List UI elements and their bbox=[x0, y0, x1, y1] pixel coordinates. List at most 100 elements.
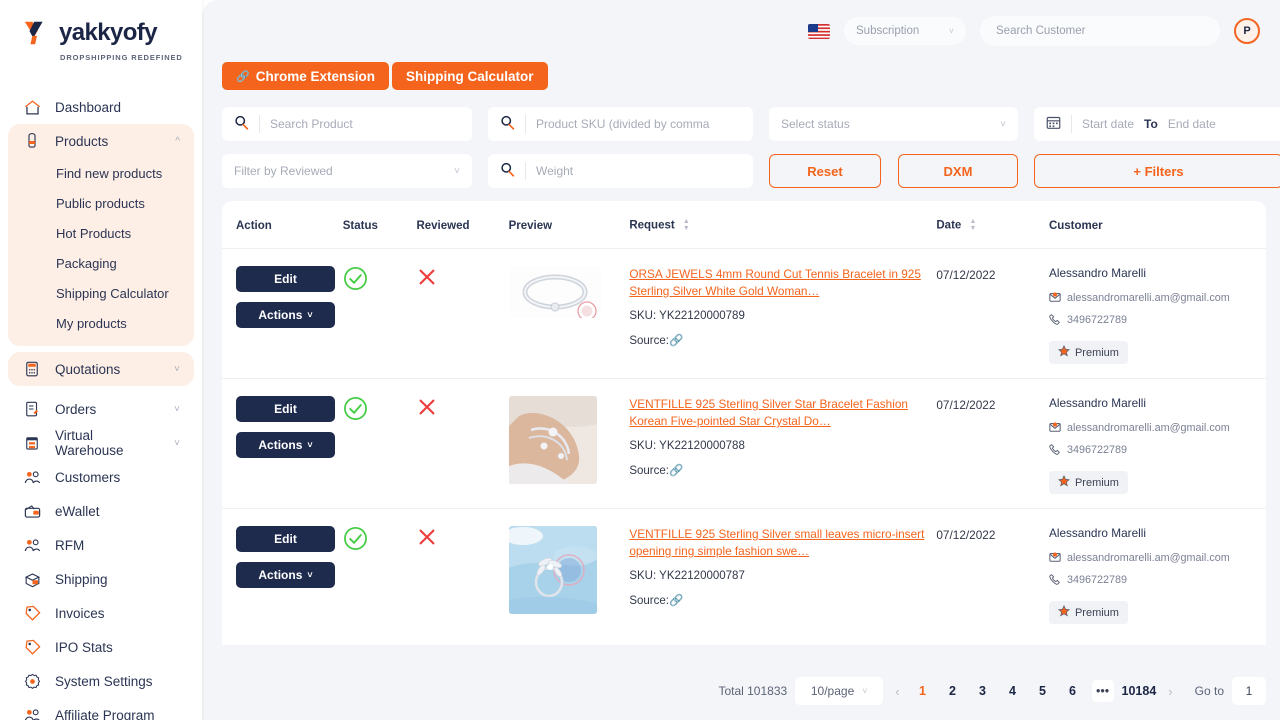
page-button-4[interactable]: 4 bbox=[1002, 684, 1024, 698]
filter-by-reviewed-dropdown[interactable]: Filter by Reviewed ˅ bbox=[222, 154, 472, 188]
sidebar-subitem-shipping-calculator[interactable]: Shipping Calculator bbox=[8, 278, 194, 308]
next-page-button[interactable]: › bbox=[1164, 684, 1176, 699]
sidebar-nav: Dashboard Products ^ Find new products bbox=[0, 90, 202, 720]
column-header-date[interactable]: Date ▲▼ bbox=[936, 201, 1049, 249]
sidebar-item-label: Affiliate Program bbox=[55, 708, 180, 720]
sidebar-item-invoices[interactable]: Invoices bbox=[8, 596, 194, 630]
dxm-button[interactable]: DXM bbox=[898, 154, 1018, 188]
column-header-request[interactable]: Request ▲▼ bbox=[629, 201, 936, 249]
product-thumbnail[interactable] bbox=[509, 266, 601, 318]
page-button-2[interactable]: 2 bbox=[942, 684, 964, 698]
reset-button[interactable]: Reset bbox=[769, 154, 881, 188]
sidebar-item-virtual-warehouse[interactable]: Virtual Warehouse ˅ bbox=[8, 426, 194, 460]
sidebar-item-rfm[interactable]: RFM bbox=[8, 528, 194, 562]
shipping-calculator-button[interactable]: Shipping Calculator bbox=[392, 62, 548, 90]
link-icon[interactable]: 🔗 bbox=[669, 465, 683, 477]
status-badge[interactable]: Premium bbox=[1049, 471, 1128, 494]
sidebar-item-orders[interactable]: Orders ˅ bbox=[8, 392, 194, 426]
customer-email-row: alessandromarelli.am@gmail.com bbox=[1049, 421, 1266, 437]
chevron-down-icon: ˅ bbox=[307, 570, 312, 580]
page-button-6[interactable]: 6 bbox=[1062, 684, 1084, 698]
sidebar-subitem-hot-products[interactable]: Hot Products bbox=[8, 218, 194, 248]
sidebar-item-label: Invoices bbox=[55, 606, 180, 621]
calculator-icon bbox=[22, 359, 42, 379]
invoice-tag-icon bbox=[22, 603, 42, 623]
badge-label: Premium bbox=[1075, 347, 1119, 359]
sidebar-item-quotations[interactable]: Quotations ˅ bbox=[8, 352, 194, 386]
sidebar-item-affiliate-program[interactable]: Affiliate Program bbox=[8, 698, 194, 720]
weight-input[interactable]: Weight bbox=[488, 154, 753, 188]
edit-button[interactable]: Edit bbox=[236, 526, 335, 552]
page-button-5[interactable]: 5 bbox=[1032, 684, 1054, 698]
product-thumbnail[interactable] bbox=[509, 396, 597, 484]
reviewed-no-icon bbox=[416, 275, 438, 292]
reviewed-no-icon bbox=[416, 405, 438, 422]
filter-row-2: Filter by Reviewed ˅ Weight Re bbox=[222, 154, 1266, 188]
sort-toggle-date[interactable]: ▲▼ bbox=[970, 219, 977, 232]
table-header-row: Action Status Reviewed Preview Request bbox=[222, 201, 1266, 249]
request-title-link[interactable]: VENTFILLE 925 Sterling Silver small leav… bbox=[629, 526, 936, 560]
dxm-label: DXM bbox=[944, 164, 973, 179]
table-row: Edit Actions ˅ bbox=[222, 379, 1266, 509]
chevron-down-icon: ˅ bbox=[949, 26, 954, 36]
per-page-dropdown[interactable]: 10/page ˅ bbox=[795, 677, 883, 705]
edit-button[interactable]: Edit bbox=[236, 266, 335, 292]
chevron-down-icon: ˅ bbox=[454, 166, 460, 177]
request-sku: SKU: YK22120000789 bbox=[629, 310, 936, 322]
cell-date: 07/12/2022 bbox=[936, 249, 1049, 379]
date-range-input[interactable]: Start date To End date bbox=[1034, 107, 1280, 141]
select-status-dropdown[interactable]: Select status ˅ bbox=[769, 107, 1018, 141]
sort-toggle-request[interactable]: ▲▼ bbox=[683, 219, 690, 232]
sidebar-subitem-public-products[interactable]: Public products bbox=[8, 188, 194, 218]
link-icon[interactable]: 🔗 bbox=[669, 595, 683, 607]
product-sku-input[interactable]: Product SKU (divided by comma bbox=[488, 107, 753, 141]
sidebar-subitem-packaging[interactable]: Packaging bbox=[8, 248, 194, 278]
badge-label: Premium bbox=[1075, 607, 1119, 619]
goto-label: Go to bbox=[1195, 684, 1224, 698]
page-button-1[interactable]: 1 bbox=[912, 684, 934, 698]
status-badge[interactable]: Premium bbox=[1049, 601, 1128, 624]
actions-button[interactable]: Actions ˅ bbox=[236, 432, 335, 458]
cell-reviewed bbox=[416, 379, 508, 509]
sidebar-item-ipo-stats[interactable]: IPO Stats bbox=[8, 630, 194, 664]
sidebar-subitem-my-products[interactable]: My products bbox=[8, 308, 194, 338]
per-page-label: 10/page bbox=[811, 684, 854, 698]
sku-value: YK22120000789 bbox=[659, 310, 745, 322]
subscription-dropdown[interactable]: Subscription ˅ bbox=[844, 17, 966, 45]
request-title-link[interactable]: VENTFILLE 925 Sterling Silver Star Brace… bbox=[629, 396, 936, 430]
more-filters-button[interactable]: + Filters bbox=[1034, 154, 1280, 188]
sidebar-item-ewallet[interactable]: eWallet bbox=[8, 494, 194, 528]
divider bbox=[525, 115, 526, 133]
sidebar-item-dashboard[interactable]: Dashboard bbox=[8, 90, 194, 124]
us-flag-icon[interactable] bbox=[808, 24, 830, 39]
request-title-link[interactable]: ORSA JEWELS 4mm Round Cut Tennis Bracele… bbox=[629, 266, 936, 300]
sidebar-item-customers[interactable]: Customers bbox=[8, 460, 194, 494]
sidebar-item-system-settings[interactable]: System Settings bbox=[8, 664, 194, 698]
status-badge[interactable]: Premium bbox=[1049, 341, 1128, 364]
goto-input[interactable]: 1 bbox=[1232, 677, 1266, 705]
chrome-extension-button[interactable]: 🔗 Chrome Extension bbox=[222, 62, 389, 90]
search-product-input[interactable]: Search Product bbox=[222, 107, 472, 141]
search-customer-input[interactable]: Search Customer bbox=[980, 16, 1220, 46]
column-header-action: Action bbox=[222, 201, 343, 249]
brand-logo[interactable]: yakkyofy DROPSHIPPING REDEFINED bbox=[0, 0, 202, 70]
page-button-last[interactable]: 10184 bbox=[1122, 684, 1157, 698]
column-label: Preview bbox=[509, 220, 552, 232]
goto-value: 1 bbox=[1246, 684, 1253, 698]
cell-preview bbox=[509, 509, 630, 639]
requests-table: Action Status Reviewed Preview Request bbox=[222, 201, 1266, 638]
link-icon[interactable]: 🔗 bbox=[669, 335, 683, 347]
cell-date: 07/12/2022 bbox=[936, 379, 1049, 509]
sidebar-item-label: Orders bbox=[55, 402, 161, 417]
prev-page-button[interactable]: ‹ bbox=[891, 684, 903, 699]
sidebar-item-products[interactable]: Products ^ bbox=[8, 124, 194, 158]
actions-button[interactable]: Actions ˅ bbox=[236, 562, 335, 588]
sidebar-subitem-find-new-products[interactable]: Find new products bbox=[8, 158, 194, 188]
sidebar-item-shipping[interactable]: Shipping bbox=[8, 562, 194, 596]
product-thumbnail[interactable] bbox=[509, 526, 597, 614]
avatar[interactable]: P bbox=[1234, 18, 1260, 44]
edit-button[interactable]: Edit bbox=[236, 396, 335, 422]
page-ellipsis[interactable]: ••• bbox=[1092, 680, 1114, 702]
actions-button[interactable]: Actions ˅ bbox=[236, 302, 335, 328]
page-button-3[interactable]: 3 bbox=[972, 684, 994, 698]
